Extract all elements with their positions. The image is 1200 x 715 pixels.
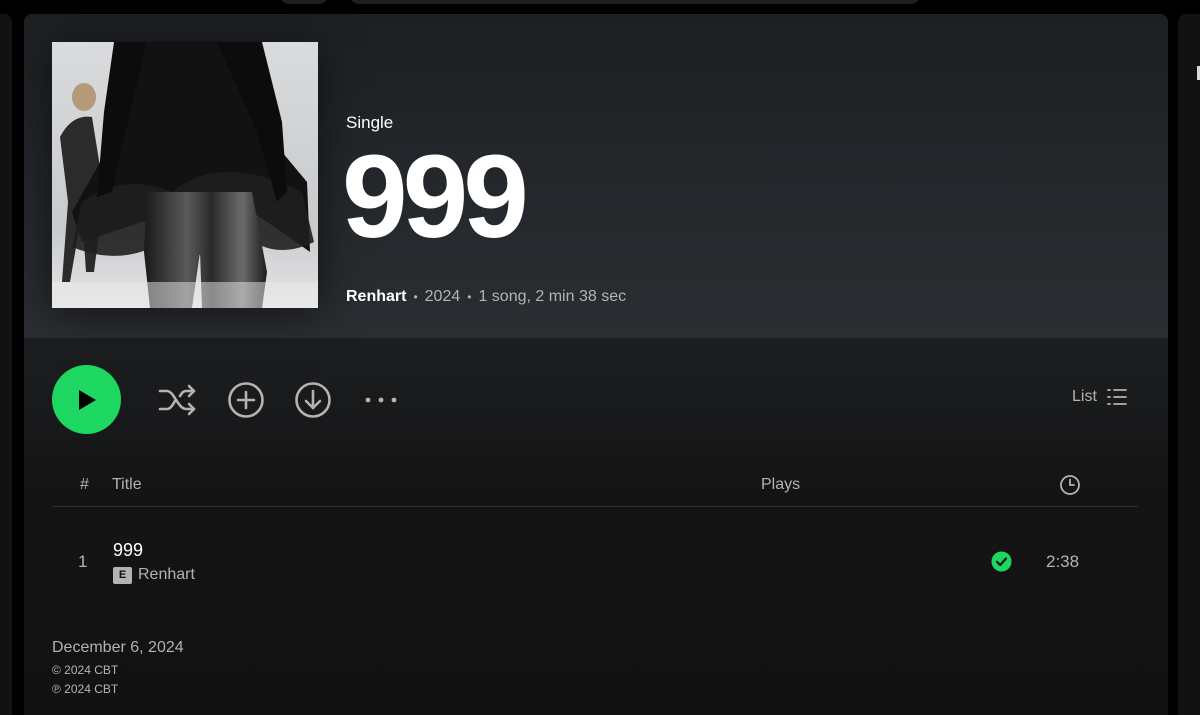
list-icon	[1107, 389, 1127, 405]
release-date: December 6, 2024	[52, 639, 184, 656]
check-circle-icon	[991, 551, 1012, 572]
view-mode-toggle[interactable]: List	[1072, 388, 1127, 406]
phonogram-line: ℗ 2024 CBT	[52, 682, 119, 696]
play-button[interactable]	[52, 365, 121, 434]
album-cover-art[interactable]	[52, 42, 318, 308]
album-artist-link[interactable]: Renhart	[346, 288, 406, 306]
tracklist-header: # Title Plays	[52, 469, 1138, 507]
track-artist-link[interactable]: Renhart	[138, 566, 195, 584]
meta-separator: •	[467, 290, 472, 304]
column-header-duration[interactable]	[1059, 474, 1081, 501]
left-sidebar-panel	[0, 14, 12, 715]
album-view: Single 999 Renhart • 2024 • 1 song, 2 mi…	[24, 14, 1168, 715]
shuffle-icon	[158, 384, 196, 416]
shuffle-button[interactable]	[157, 379, 199, 421]
clock-icon	[1060, 475, 1080, 495]
more-horizontal-icon	[365, 397, 397, 403]
album-meta: Renhart • 2024 • 1 song, 2 min 38 sec	[346, 288, 626, 306]
table-row[interactable]: 1 999 E Renhart 2:38	[52, 524, 1138, 590]
track-subtitle: E Renhart	[113, 566, 195, 584]
album-type-label: Single	[346, 113, 394, 132]
explicit-badge: E	[113, 566, 132, 584]
column-header-number: #	[80, 476, 89, 493]
download-button[interactable]	[292, 379, 334, 421]
album-year: 2024	[424, 288, 461, 305]
column-header-plays[interactable]: Plays	[761, 476, 800, 494]
plus-circle-icon	[228, 382, 264, 418]
meta-separator: •	[413, 290, 418, 304]
download-circle-icon	[295, 382, 331, 418]
column-header-title[interactable]: Title	[112, 476, 142, 494]
view-mode-label: List	[1072, 388, 1097, 405]
add-to-library-button[interactable]	[225, 379, 267, 421]
copyright-line: © 2024 CBT	[52, 663, 119, 677]
track-number: 1	[78, 552, 88, 571]
saved-indicator[interactable]	[991, 551, 1012, 577]
play-icon	[78, 389, 96, 410]
album-stats: 1 song, 2 min 38 sec	[478, 288, 627, 305]
track-duration: 2:38	[1046, 552, 1080, 571]
album-title: 999	[342, 131, 529, 263]
more-options-button[interactable]	[360, 379, 402, 421]
top-bar-button[interactable]	[280, 0, 328, 4]
track-title[interactable]: 999	[113, 540, 143, 561]
top-search-bar[interactable]	[350, 0, 920, 4]
right-sidebar-panel	[1178, 14, 1200, 715]
